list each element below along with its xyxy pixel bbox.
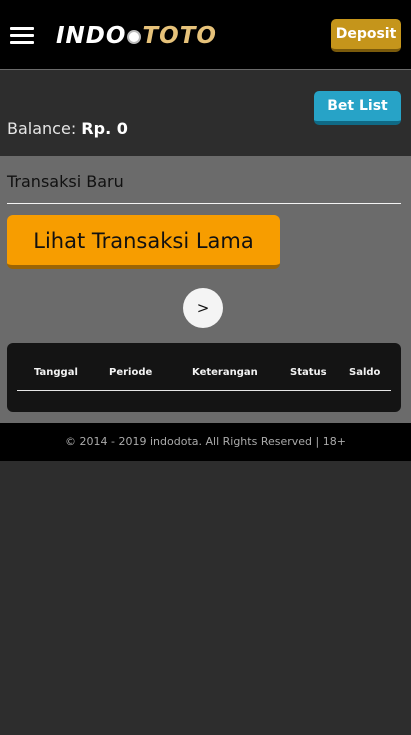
column-header-tanggal: Tanggal xyxy=(34,367,78,378)
table-header-divider xyxy=(17,390,391,391)
next-page-button[interactable]: > xyxy=(183,288,223,328)
top-bar: INDO TOTO Deposit xyxy=(0,0,411,70)
column-header-status: Status xyxy=(290,367,327,378)
transaction-panel: Transaksi Baru Lihat Transaksi Lama > Ta… xyxy=(0,156,411,423)
panel-title: Transaksi Baru xyxy=(7,172,124,191)
column-header-keterangan: Keterangan xyxy=(192,367,258,378)
divider xyxy=(7,203,401,204)
balance-label: Balance: xyxy=(7,119,77,138)
balance-display: Balance: Rp. 0 xyxy=(7,119,128,138)
logo-ball-icon xyxy=(127,30,142,44)
copyright-text: © 2014 - 2019 indodota. All Rights Reser… xyxy=(65,435,346,448)
old-transactions-button[interactable]: Lihat Transaksi Lama xyxy=(7,215,280,269)
menu-line xyxy=(10,34,34,37)
balance-value: Rp. 0 xyxy=(81,119,128,138)
transactions-table: Tanggal Periode Keterangan Status Saldo xyxy=(7,343,401,412)
deposit-button[interactable]: Deposit xyxy=(331,19,401,52)
footer: © 2014 - 2019 indodota. All Rights Reser… xyxy=(0,423,411,461)
site-logo[interactable]: INDO TOTO xyxy=(56,20,216,52)
bet-list-button[interactable]: Bet List xyxy=(314,91,401,125)
menu-line xyxy=(10,41,34,44)
column-header-periode: Periode xyxy=(109,367,153,378)
menu-line xyxy=(10,27,34,30)
hamburger-menu-icon[interactable] xyxy=(10,25,34,45)
column-header-saldo: Saldo xyxy=(349,367,381,378)
